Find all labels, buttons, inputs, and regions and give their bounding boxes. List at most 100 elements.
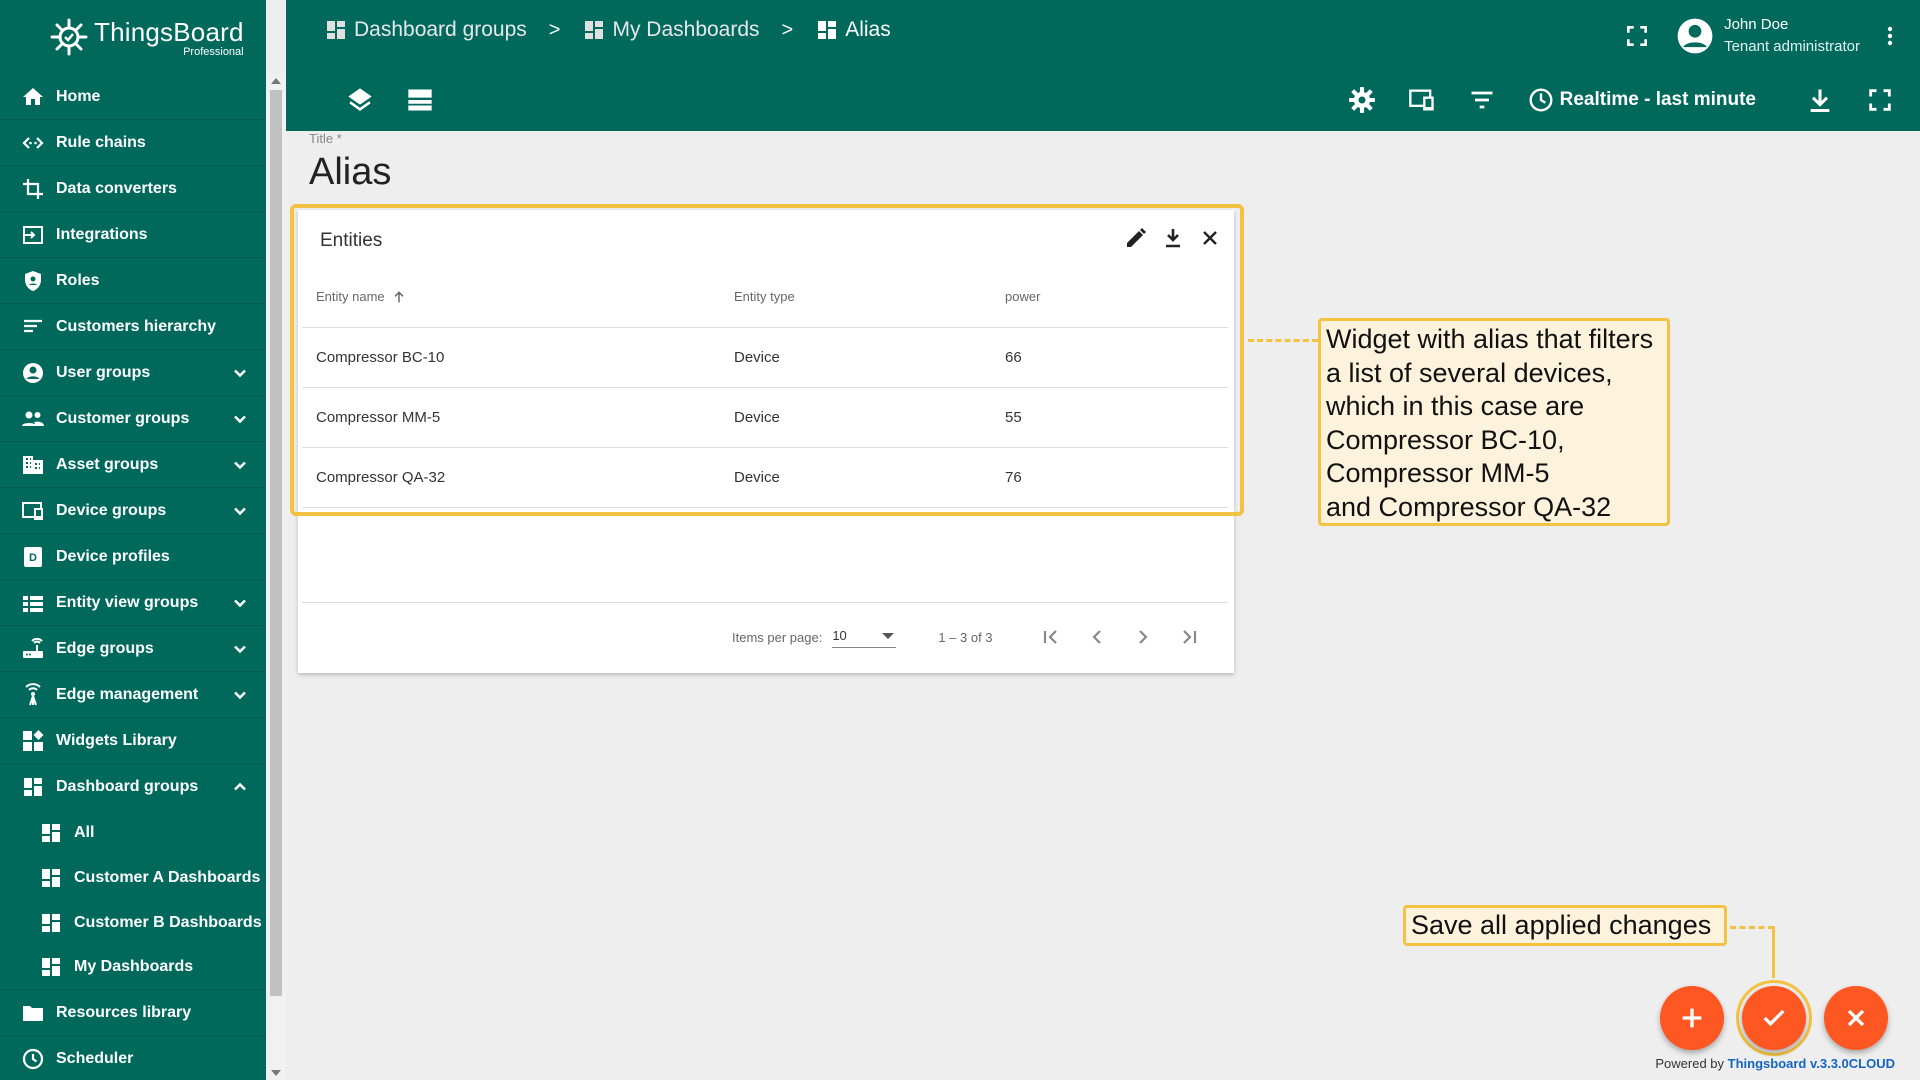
scroll-up-arrow[interactable] — [271, 78, 281, 84]
sidebar-subitem-all[interactable]: All — [0, 810, 266, 855]
breadcrumb-item-dashboard-groups[interactable]: Dashboard groups — [324, 18, 527, 42]
sidebar-item-label: Integrations — [56, 225, 148, 243]
save-changes-button[interactable] — [1742, 986, 1806, 1050]
chevron-down-icon[interactable] — [230, 639, 250, 659]
breadcrumb-label: Alias — [845, 18, 891, 41]
close-icon[interactable] — [1198, 226, 1222, 250]
sidebar-item-customer-groups[interactable]: Customer groups — [0, 396, 266, 442]
account-circle-icon[interactable] — [1676, 17, 1714, 55]
version-link[interactable]: Thingsboard v.3.3.0CLOUD — [1728, 1056, 1895, 1071]
sidebar-item-rule-chains[interactable]: Rule chains — [0, 120, 266, 166]
settings-gear-icon[interactable] — [1348, 86, 1376, 114]
first-page-icon[interactable] — [1039, 625, 1063, 649]
chevron-down-icon[interactable] — [230, 501, 250, 521]
next-page-icon[interactable] — [1131, 625, 1155, 649]
callout-line: which in this case are — [1326, 391, 1585, 421]
cell-entity-type: Device — [734, 409, 780, 426]
sidebar-item-scheduler[interactable]: Scheduler — [0, 1036, 266, 1080]
layout-icon[interactable] — [406, 86, 434, 114]
dashboard-icon — [20, 774, 46, 800]
timewindow-button[interactable]: Realtime - last minute — [1528, 87, 1756, 113]
close-icon — [1847, 1009, 1865, 1027]
sidebar-item-dashboard-groups[interactable]: Dashboard groups — [0, 764, 266, 810]
filter-icon[interactable] — [1468, 86, 1496, 114]
sidebar-item-device-profiles[interactable]: D Device profiles — [0, 534, 266, 580]
column-header-entity-name[interactable]: Entity name — [302, 289, 734, 305]
sidebar-item-roles[interactable]: Roles — [0, 258, 266, 304]
cell-entity-type: Device — [734, 469, 780, 486]
callout-connector-save — [1730, 926, 1774, 929]
timewindow-label: Realtime - last minute — [1559, 89, 1756, 110]
scrollbar-thumb[interactable] — [270, 90, 282, 996]
table-row[interactable]: Compressor QA-32 Device 76 — [302, 448, 1228, 508]
breadcrumb-item-alias: Alias — [815, 18, 891, 42]
chevron-down-icon[interactable] — [230, 455, 250, 475]
dashboard-title[interactable]: Alias — [309, 151, 391, 194]
sidebar-item-label: Home — [56, 87, 101, 105]
sidebar-item-label: Entity view groups — [56, 593, 199, 611]
download-icon[interactable] — [1161, 226, 1185, 250]
user-area: John Doe Tenant administrator — [1624, 14, 1902, 58]
layers-icon[interactable] — [346, 86, 374, 114]
sidebar-item-label: User groups — [56, 363, 151, 381]
sidebar-item-integrations[interactable]: Integrations — [0, 212, 266, 258]
items-per-page-value: 10 — [832, 628, 847, 643]
fullscreen-icon[interactable] — [1866, 86, 1894, 114]
edit-pencil-icon[interactable] — [1124, 226, 1148, 250]
people-icon — [20, 406, 46, 432]
cell-power: 55 — [1005, 409, 1022, 426]
items-per-page-select[interactable]: 10 — [832, 626, 897, 648]
integration-icon — [20, 222, 46, 248]
sidebar-item-edge-groups[interactable]: Edge groups — [0, 626, 266, 672]
folder-icon — [20, 1000, 46, 1026]
download-icon[interactable] — [1806, 86, 1834, 114]
scroll-down-arrow[interactable] — [271, 1070, 281, 1076]
page-range: 1 – 3 of 3 — [938, 629, 993, 645]
chevron-down-icon[interactable] — [230, 593, 250, 613]
sidebar-item-data-converters[interactable]: Data converters — [0, 166, 266, 212]
sidebar-item-user-groups[interactable]: User groups — [0, 350, 266, 396]
sidebar-item-entity-view-groups[interactable]: Entity view groups — [0, 580, 266, 626]
fullscreen-icon[interactable] — [1624, 23, 1650, 49]
chevron-up-icon[interactable] — [230, 777, 250, 797]
chevron-down-icon[interactable] — [230, 685, 250, 705]
previous-page-icon[interactable] — [1085, 625, 1109, 649]
app-logo[interactable]: ThingsBoard Professional — [0, 0, 266, 74]
column-header-entity-type[interactable]: Entity type — [734, 289, 1005, 304]
table-row[interactable]: Compressor MM-5 Device 55 — [302, 388, 1228, 448]
cell-power: 66 — [1005, 349, 1022, 366]
user-info[interactable]: John Doe Tenant administrator — [1724, 14, 1860, 58]
sidebar-item-edge-management[interactable]: Edge management — [0, 672, 266, 718]
sidebar-item-label: Customer groups — [56, 409, 190, 427]
breadcrumb-item-my-dashboards[interactable]: My Dashboards — [582, 18, 760, 42]
sidebar-item-widgets-library[interactable]: Widgets Library — [0, 718, 266, 764]
sidebar-item-label: Dashboard groups — [56, 778, 199, 795]
sidebar-item-resources-library[interactable]: Resources library — [0, 990, 266, 1036]
sidebar-subitem-my-dashboards[interactable]: My Dashboards — [0, 945, 266, 990]
breadcrumb-separator: > — [548, 18, 561, 41]
clock-icon — [1529, 88, 1553, 112]
sidebar-subitem-customer-b-dashboards[interactable]: Customer B Dashboards — [0, 900, 266, 945]
table-row[interactable]: Compressor BC-10 Device 66 — [302, 328, 1228, 388]
add-widget-button[interactable] — [1660, 986, 1724, 1050]
sidebar-item-customers-hierarchy[interactable]: Customers hierarchy — [0, 304, 266, 350]
sidebar-item-home[interactable]: Home — [0, 74, 266, 120]
breadcrumb-label: Dashboard groups — [354, 18, 527, 41]
column-header-power[interactable]: power — [1005, 289, 1205, 304]
entity-aliases-icon[interactable] — [1408, 86, 1436, 114]
more-vert-icon[interactable] — [1878, 24, 1902, 48]
items-per-page-label: Items per page: — [732, 629, 823, 645]
sidebar-item-device-groups[interactable]: Device groups — [0, 488, 266, 534]
sidebar-subitem-label: All — [74, 823, 95, 841]
cancel-edit-button[interactable] — [1824, 986, 1888, 1050]
chevron-down-icon[interactable] — [230, 363, 250, 383]
sidebar-scrollbar[interactable] — [266, 74, 286, 1080]
last-page-icon[interactable] — [1177, 625, 1201, 649]
sidebar-item-label: Roles — [56, 271, 100, 289]
sidebar-item-label: Customers hierarchy — [56, 317, 217, 335]
sidebar-item-asset-groups[interactable]: Asset groups — [0, 442, 266, 488]
chevron-down-icon[interactable] — [230, 409, 250, 429]
cell-entity-name: Compressor QA-32 — [316, 469, 446, 486]
widgets-icon — [20, 728, 46, 754]
sidebar-subitem-customer-a-dashboards[interactable]: Customer A Dashboards — [0, 855, 266, 900]
